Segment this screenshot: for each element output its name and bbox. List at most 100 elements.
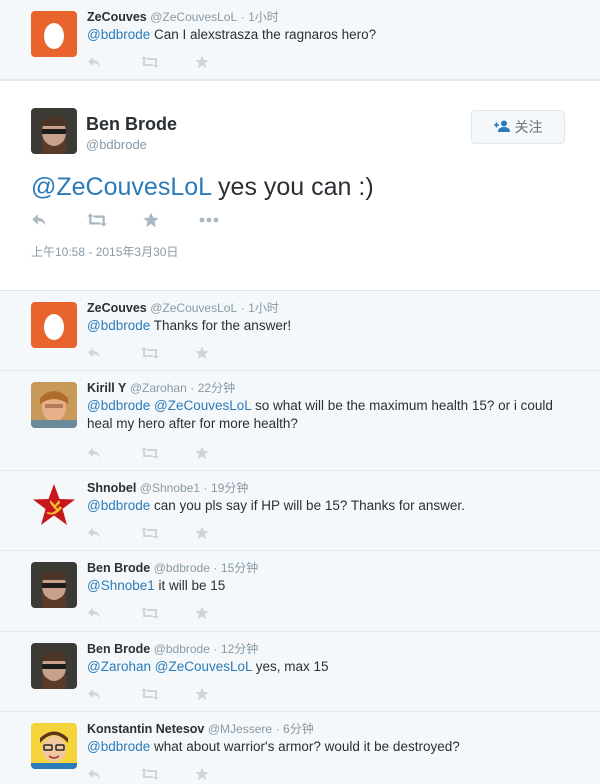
- username[interactable]: @MJessere: [208, 722, 272, 736]
- retweet-icon[interactable]: [141, 605, 195, 621]
- avatar[interactable]: [31, 562, 77, 608]
- username[interactable]: @bdbrode: [154, 642, 210, 656]
- tweet-header: Konstantin Netesov @MJessere · 6分钟: [87, 721, 314, 737]
- tweet-text: @bdbrode what about warrior's armor? wou…: [87, 738, 567, 756]
- avatar[interactable]: [31, 302, 77, 348]
- timestamp[interactable]: 1小时: [248, 301, 279, 315]
- separator-dot: ·: [203, 481, 208, 495]
- retweet-icon[interactable]: [141, 445, 195, 461]
- tweet-body: can you pls say if HP will be 15? Thanks…: [150, 498, 465, 513]
- mention-link[interactable]: @ZeCouvesLoL: [154, 398, 251, 413]
- timestamp[interactable]: 22分钟: [198, 381, 235, 395]
- tweet-header: Shnobel @Shnobe1 · 19分钟: [87, 480, 248, 496]
- username[interactable]: @Shnobe1: [140, 481, 200, 495]
- tweet-top[interactable]: ZeCouves @ZeCouvesLoL · 1小时 @bdbrode Can…: [0, 0, 600, 80]
- username[interactable]: @bdbrode: [154, 561, 210, 575]
- reply-icon[interactable]: [87, 345, 141, 361]
- favorite-icon[interactable]: [195, 686, 249, 702]
- favorite-icon[interactable]: [195, 525, 249, 541]
- avatar[interactable]: [31, 382, 77, 428]
- mention-link[interactable]: @bdbrode: [87, 318, 150, 333]
- separator-dot: ·: [240, 301, 245, 315]
- mention-link[interactable]: @bdbrode: [87, 398, 150, 413]
- tweet-text: @ZeCouvesLoL yes you can :): [31, 171, 374, 203]
- mention-link[interactable]: @Shnobe1: [87, 578, 155, 593]
- fullname[interactable]: Kirill Y: [87, 381, 126, 395]
- tweet-actions: [87, 445, 249, 461]
- reply-tweet[interactable]: Kirill Y @Zarohan · 22分钟 @bdbrode @ZeCou…: [0, 371, 600, 471]
- reply-icon[interactable]: [87, 766, 141, 782]
- tweet-text: @bdbrode Thanks for the answer!: [87, 317, 567, 335]
- fullname[interactable]: ZeCouves: [87, 10, 147, 24]
- favorite-icon[interactable]: [195, 445, 249, 461]
- main-tweet: Ben Brode @bdbrode 关注 @ZeCouvesLoL yes y…: [0, 80, 600, 291]
- reply-icon[interactable]: [87, 686, 141, 702]
- retweet-icon[interactable]: [141, 525, 195, 541]
- reply-icon[interactable]: [87, 525, 141, 541]
- reply-icon[interactable]: [87, 54, 141, 70]
- avatar[interactable]: [31, 643, 77, 689]
- retweet-icon[interactable]: [141, 54, 195, 70]
- tweet-header: Kirill Y @Zarohan · 22分钟: [87, 380, 235, 396]
- mention-link[interactable]: @bdbrode: [87, 739, 150, 754]
- tweet-header: ZeCouves @ZeCouvesLoL · 1小时: [87, 9, 279, 25]
- tweet-body: Can I alexstrasza the ragnaros hero?: [150, 27, 377, 42]
- timestamp[interactable]: 12分钟: [221, 642, 258, 656]
- favorite-icon[interactable]: [195, 766, 249, 782]
- timestamp[interactable]: 15分钟: [221, 561, 258, 575]
- username[interactable]: @bdbrode: [86, 137, 147, 152]
- tweet-header: ZeCouves @ZeCouvesLoL · 1小时: [87, 300, 279, 316]
- tweet-timestamp[interactable]: 上午10:58 - 2015年3月30日: [31, 243, 178, 260]
- retweet-icon[interactable]: [141, 686, 195, 702]
- fullname[interactable]: Ben Brode: [87, 561, 150, 575]
- separator-dot: ·: [275, 722, 280, 736]
- tweet-actions: [87, 525, 249, 541]
- reply-tweet[interactable]: ZeCouves @ZeCouvesLoL · 1小时 @bdbrode Tha…: [0, 291, 600, 371]
- tweet-actions: [87, 54, 249, 70]
- follow-button[interactable]: 关注: [471, 110, 565, 144]
- avatar[interactable]: [31, 482, 77, 528]
- mention-link[interactable]: @ZeCouvesLoL: [31, 173, 211, 201]
- timestamp[interactable]: 19分钟: [211, 481, 248, 495]
- fullname[interactable]: Ben Brode: [86, 114, 177, 135]
- mention-link[interactable]: @bdbrode: [87, 27, 150, 42]
- separator-dot: ·: [240, 10, 245, 24]
- reply-tweet[interactable]: Ben Brode @bdbrode · 12分钟 @Zarohan @ZeCo…: [0, 632, 600, 712]
- retweet-icon[interactable]: [141, 766, 195, 782]
- fullname[interactable]: Shnobel: [87, 481, 136, 495]
- tweet-text: @Shnobe1 it will be 15: [87, 577, 567, 595]
- retweet-icon[interactable]: [87, 212, 143, 228]
- tweet-body: yes, max 15: [252, 659, 329, 674]
- favorite-icon[interactable]: [143, 212, 199, 228]
- tweet-body: yes you can :): [211, 173, 374, 201]
- username[interactable]: @ZeCouvesLoL: [150, 301, 237, 315]
- timestamp[interactable]: 6分钟: [283, 722, 314, 736]
- mention-link[interactable]: @bdbrode: [87, 498, 150, 513]
- reply-icon[interactable]: [87, 605, 141, 621]
- fullname[interactable]: Ben Brode: [87, 642, 150, 656]
- retweet-icon[interactable]: [141, 345, 195, 361]
- favorite-icon[interactable]: [195, 605, 249, 621]
- tweet-actions: [87, 345, 249, 361]
- favorite-icon[interactable]: [195, 54, 249, 70]
- reply-tweet[interactable]: Shnobel @Shnobe1 · 19分钟 @bdbrode can you…: [0, 471, 600, 551]
- timestamp[interactable]: 1小时: [248, 10, 279, 24]
- username[interactable]: @ZeCouvesLoL: [150, 10, 237, 24]
- avatar[interactable]: [31, 723, 77, 769]
- tweet-body: Thanks for the answer!: [150, 318, 292, 333]
- avatar[interactable]: [31, 108, 77, 154]
- reply-tweet[interactable]: Ben Brode @bdbrode · 15分钟 @Shnobe1 it wi…: [0, 551, 600, 632]
- tweet-text: @bdbrode @ZeCouvesLoL so what will be th…: [87, 397, 567, 433]
- avatar[interactable]: [31, 11, 77, 57]
- reply-icon[interactable]: [31, 212, 87, 228]
- tweet-actions: [87, 766, 249, 782]
- reply-icon[interactable]: [87, 445, 141, 461]
- favorite-icon[interactable]: [195, 345, 249, 361]
- username[interactable]: @Zarohan: [130, 381, 187, 395]
- mention-link[interactable]: @ZeCouvesLoL: [155, 659, 252, 674]
- mention-link[interactable]: @Zarohan: [87, 659, 151, 674]
- more-icon[interactable]: [199, 212, 255, 228]
- fullname[interactable]: ZeCouves: [87, 301, 147, 315]
- fullname[interactable]: Konstantin Netesov: [87, 722, 204, 736]
- reply-tweet[interactable]: Konstantin Netesov @MJessere · 6分钟 @bdbr…: [0, 712, 600, 784]
